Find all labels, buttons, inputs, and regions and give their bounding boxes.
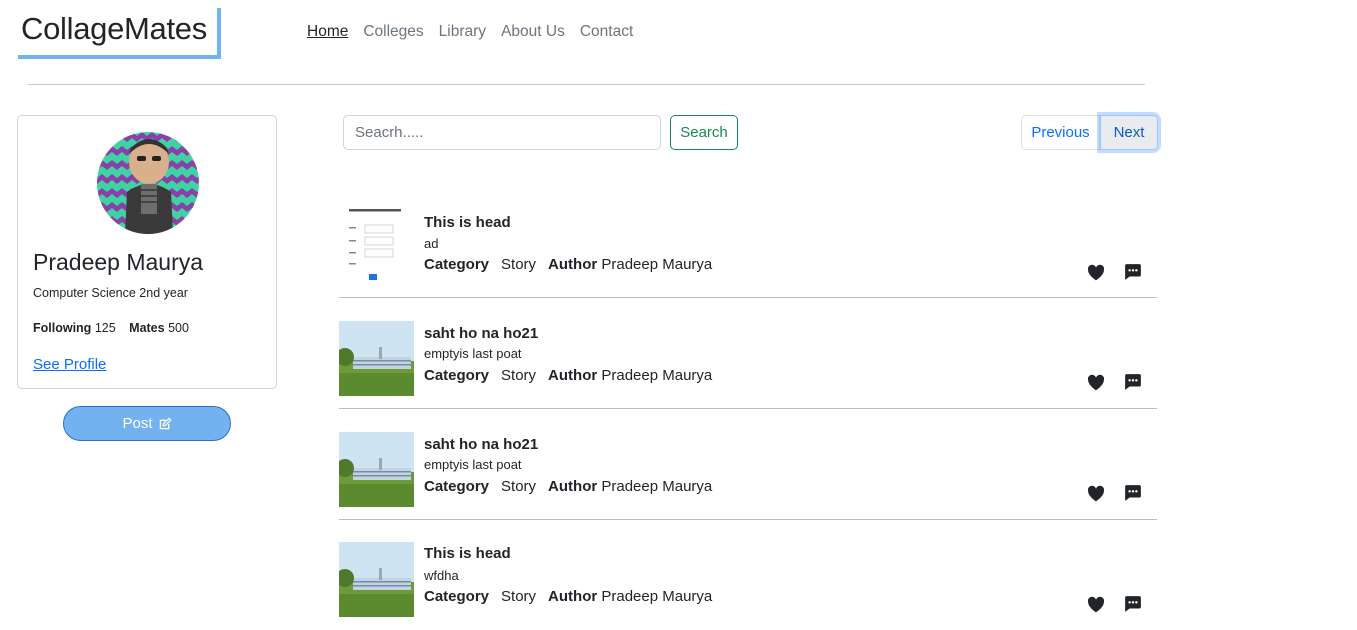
category-value: Story: [501, 588, 537, 605]
see-profile-link[interactable]: See Profile: [33, 356, 106, 373]
post-title[interactable]: saht ho na ho21: [424, 436, 538, 453]
post-description: ad: [424, 236, 439, 251]
avatar-image: [97, 132, 199, 234]
pencil-square-icon: [159, 416, 172, 429]
search-button[interactable]: Search: [670, 115, 738, 150]
heart-icon[interactable]: [1087, 264, 1105, 282]
pagination: Previous Next: [1021, 115, 1158, 150]
post-description: emptyis last poat: [424, 457, 522, 472]
category-label: Category: [424, 588, 490, 605]
category-label: Category: [424, 478, 490, 495]
post-meta: Category Story Author Pradeep Maurya: [424, 478, 712, 495]
mates-count: 500: [168, 321, 189, 335]
post-item[interactable]: saht ho na ho21 emptyis last poat Catego…: [339, 410, 1157, 520]
heart-icon[interactable]: [1087, 374, 1105, 392]
nav-colleges[interactable]: Colleges: [363, 23, 423, 41]
heart-icon[interactable]: [1087, 485, 1105, 503]
author-label: Author: [548, 367, 598, 384]
profile-stats: Following 125 Mates 500: [33, 321, 189, 335]
author-label: Author: [548, 256, 598, 273]
signup-form-image: [339, 205, 414, 280]
college-campus-image: [339, 542, 414, 617]
post-title[interactable]: saht ho na ho21: [424, 325, 538, 342]
post-title[interactable]: This is head: [424, 214, 511, 231]
following-label: Following: [33, 321, 92, 335]
category-value: Story: [501, 367, 537, 384]
post-meta: Category Story Author Pradeep Maurya: [424, 367, 712, 384]
heart-icon[interactable]: [1087, 596, 1105, 614]
header-divider: [28, 84, 1145, 85]
nav-library[interactable]: Library: [439, 23, 486, 41]
post-title[interactable]: This is head: [424, 545, 511, 562]
nav-home[interactable]: Home: [307, 23, 348, 41]
nav-contact[interactable]: Contact: [580, 23, 633, 41]
post-divider: [339, 408, 1157, 409]
post-thumbnail[interactable]: [339, 205, 414, 280]
post-description: wfdha: [424, 568, 459, 583]
post-button[interactable]: Post: [63, 406, 231, 441]
previous-button[interactable]: Previous: [1021, 115, 1100, 150]
main-nav: Home Colleges Library About Us Contact: [307, 23, 648, 41]
comment-dots-icon[interactable]: [1124, 595, 1142, 613]
category-value: Story: [501, 478, 537, 495]
category-label: Category: [424, 367, 490, 384]
profile-name: Pradeep Maurya: [33, 249, 204, 275]
comment-dots-icon[interactable]: [1124, 373, 1142, 391]
post-divider: [339, 297, 1157, 298]
brand-logo[interactable]: CollageMates: [18, 8, 221, 59]
post-description: emptyis last poat: [424, 346, 522, 361]
post-thumbnail[interactable]: [339, 542, 414, 617]
author-label: Author: [548, 588, 598, 605]
author-value: Pradeep Maurya: [601, 367, 713, 384]
college-campus-image: [339, 432, 414, 507]
category-value: Story: [501, 256, 537, 273]
post-meta: Category Story Author Pradeep Maurya: [424, 588, 712, 605]
category-label: Category: [424, 256, 490, 273]
post-item[interactable]: saht ho na ho21 emptyis last poat Catego…: [339, 299, 1157, 409]
post-thumbnail[interactable]: [339, 432, 414, 507]
college-campus-image: [339, 321, 414, 396]
author-value: Pradeep Maurya: [601, 478, 713, 495]
following-count: 125: [94, 321, 116, 335]
post-meta: Category Story Author Pradeep Maurya: [424, 256, 712, 273]
mates-label: Mates: [129, 321, 165, 335]
nav-about-us[interactable]: About Us: [501, 23, 565, 41]
author-value: Pradeep Maurya: [601, 588, 713, 605]
profile-department: Computer Science 2nd year: [33, 286, 188, 300]
post-item[interactable]: This is head wfdha Category Story Author P…: [339, 520, 1157, 630]
comment-dots-icon[interactable]: [1124, 263, 1142, 281]
post-item[interactable]: This is head ad Category Story Author Prad…: [339, 188, 1157, 298]
search-input[interactable]: [343, 115, 661, 150]
next-button[interactable]: Next: [1100, 115, 1158, 150]
author-label: Author: [548, 478, 598, 495]
post-thumbnail[interactable]: [339, 321, 414, 396]
post-button-label: Post: [122, 415, 153, 432]
avatar[interactable]: [97, 132, 199, 234]
comment-dots-icon[interactable]: [1124, 484, 1142, 502]
profile-card: Pradeep Maurya Computer Science 2nd year…: [17, 115, 277, 389]
author-value: Pradeep Maurya: [601, 256, 713, 273]
